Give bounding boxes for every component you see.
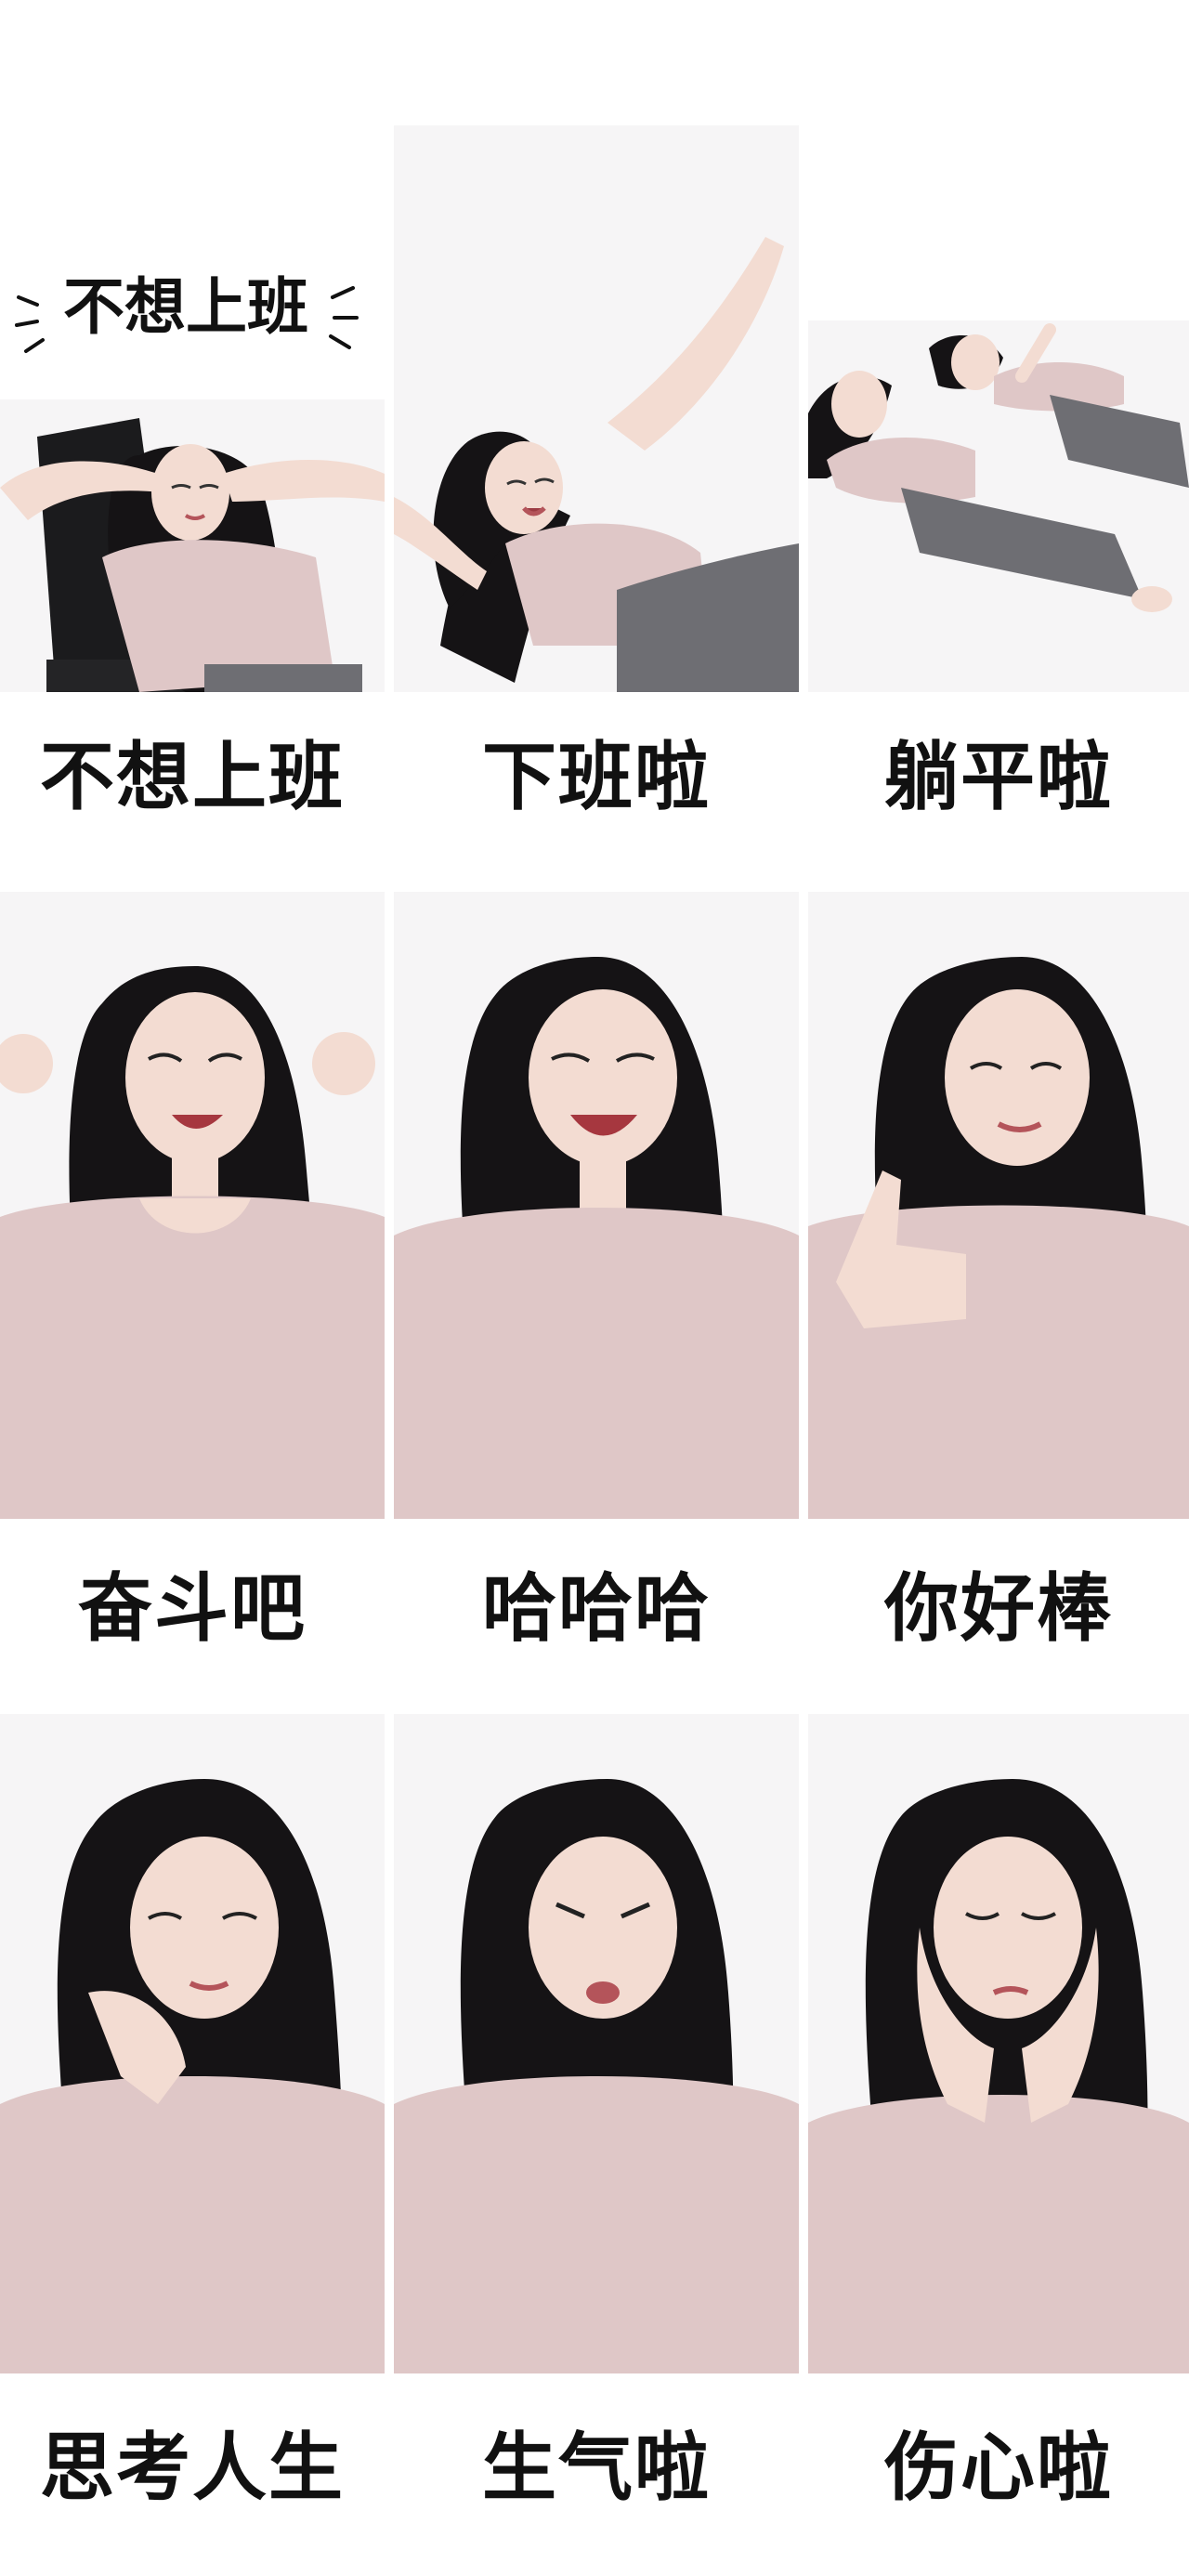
hands-on-face-icon bbox=[808, 1714, 1189, 2373]
sticker-image-4 bbox=[394, 892, 799, 1519]
sticker-caption-8: 伤心啦 bbox=[884, 2425, 1113, 2511]
leaning-back-arm-raised-icon bbox=[394, 125, 799, 692]
lying-flat-icon bbox=[808, 320, 1189, 692]
sticker-image-6 bbox=[0, 1714, 385, 2373]
sticker-caption-1: 下班啦 bbox=[482, 734, 711, 820]
sticker-caption-6: 思考人生 bbox=[40, 2425, 345, 2511]
sticker-caption-4: 哈哈哈 bbox=[482, 1565, 711, 1652]
reclining-in-chair-icon bbox=[0, 399, 385, 692]
flexing-fists-icon bbox=[0, 892, 385, 1519]
sticker-caption-0: 不想上班 bbox=[40, 734, 345, 820]
sticker-image-8 bbox=[808, 1714, 1189, 2373]
sticker-image-1 bbox=[394, 125, 799, 692]
thumbs-up-icon bbox=[808, 892, 1189, 1519]
sticker-caption-3: 奋斗吧 bbox=[78, 1565, 307, 1652]
chin-on-hand-icon bbox=[0, 1714, 385, 2373]
sticker-caption-5: 你好棒 bbox=[884, 1565, 1113, 1652]
laughing-icon bbox=[394, 892, 799, 1519]
sticker-image-0 bbox=[0, 399, 385, 692]
sticker-caption-7: 生气啦 bbox=[482, 2425, 711, 2511]
sticker-image-7 bbox=[394, 1714, 799, 2373]
sticker-image-5 bbox=[808, 892, 1189, 1519]
pouting-icon bbox=[394, 1714, 799, 2373]
sticker-image-2 bbox=[808, 320, 1189, 692]
speech-marks-icon bbox=[15, 286, 359, 353]
sticker-image-3 bbox=[0, 892, 385, 1519]
sticker-caption-2: 躺平啦 bbox=[884, 734, 1113, 820]
